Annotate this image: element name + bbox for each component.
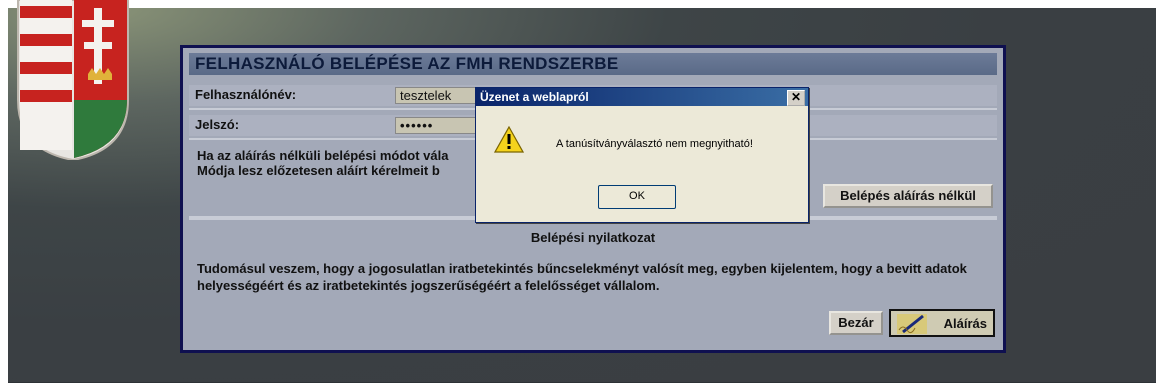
warning-icon bbox=[494, 126, 524, 153]
close-button[interactable]: Bezár bbox=[829, 311, 883, 335]
signature-pen-icon bbox=[897, 314, 927, 334]
password-label: Jelszó: bbox=[195, 117, 240, 132]
coat-of-arms-icon bbox=[17, 0, 129, 160]
message-dialog: Üzenet a weblapról ✕ A tanúsítványválasz… bbox=[475, 87, 809, 223]
sign-button-label: Aláírás bbox=[943, 315, 987, 331]
info-text: Ha az aláírás nélküli belépési módot vál… bbox=[197, 148, 497, 178]
info-line-2: Módja lesz előzetesen aláírt kérelmeit b bbox=[197, 163, 440, 178]
dialog-close-button[interactable]: ✕ bbox=[787, 90, 805, 106]
sign-button[interactable]: Aláírás bbox=[889, 309, 995, 337]
dialog-title: Üzenet a weblapról bbox=[480, 90, 589, 104]
declaration-title: Belépési nyilatkozat bbox=[530, 230, 656, 245]
dialog-title-bar: Üzenet a weblapról ✕ bbox=[476, 88, 808, 106]
username-label: Felhasználónév: bbox=[195, 87, 297, 102]
declaration-text: Tudomásul veszem, hogy a jogosulatlan ir… bbox=[197, 261, 967, 293]
info-line-1: Ha az aláírás nélküli belépési módot vál… bbox=[197, 148, 449, 163]
login-without-signature-button[interactable]: Belépés aláírás nélkül bbox=[823, 184, 993, 208]
login-title: FELHASZNÁLÓ BELÉPÉSE AZ FMH RENDSZERBE bbox=[189, 53, 997, 75]
dialog-message: A tanúsítványválasztó nem megnyitható! bbox=[556, 138, 753, 150]
ok-button[interactable]: OK bbox=[598, 185, 676, 209]
